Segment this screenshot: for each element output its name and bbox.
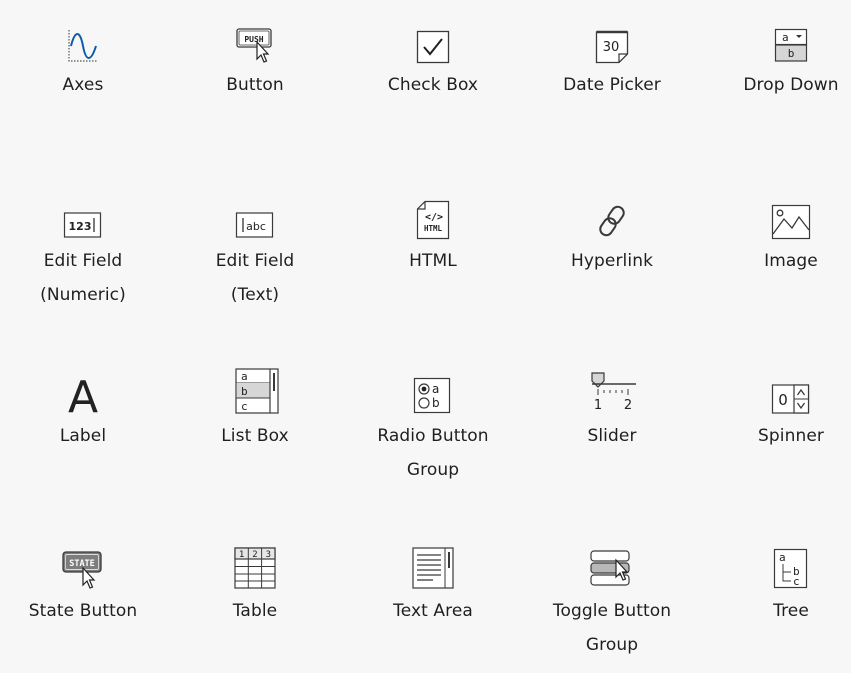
component-axes[interactable]: Axes [0,0,168,102]
numeric-text: 123 [69,220,92,233]
component-label: Toggle Button Group [552,601,672,655]
component-label: Hyperlink [570,251,654,271]
component-label[interactable]: A Label [0,351,168,453]
component-radio-button-group[interactable]: a b Radio Button Group [348,351,518,487]
dropdown-b: b [788,47,795,60]
numeric-field-icon: 123 [0,176,168,240]
component-text-area[interactable]: Text Area [348,526,518,628]
component-html[interactable]: </> HTML HTML [348,176,518,278]
listbox-icon: a b c [170,351,340,415]
component-tree[interactable]: a b c Tree [706,526,851,628]
table-icon: 1 2 3 [170,526,340,590]
component-hyperlink[interactable]: Hyperlink [527,176,697,278]
image-icon [706,176,851,240]
slider-icon: 1 2 [527,351,697,415]
text-field-text: abc [246,220,266,233]
component-label: Edit Field (Numeric) [40,251,126,305]
radio-b: b [432,396,440,410]
component-label: Radio Button Group [377,426,489,480]
link-icon [527,176,697,240]
table-col-1: 1 [239,550,244,560]
slider-tick-1: 1 [594,398,602,413]
component-list-box[interactable]: a b c List Box [170,351,340,453]
checkbox-icon [348,0,518,64]
component-label: Axes [62,75,104,95]
list-c: c [241,400,248,413]
list-a: a [241,370,248,383]
textarea-icon [348,526,518,590]
component-image[interactable]: Image [706,176,851,278]
dropdown-a: a [782,31,789,44]
component-edit-field-text[interactable]: abc Edit Field (Text) [170,176,340,312]
label-icon: A [0,351,168,415]
component-label: Button [226,75,284,95]
spinner-value: 0 [778,391,788,409]
component-label: Spinner [757,426,824,446]
tree-a: a [779,551,786,564]
component-check-box[interactable]: Check Box [348,0,518,102]
html-tag-text: </> [425,212,443,223]
state-text: STATE [69,559,95,569]
component-library-palette: Axes PUSH Button Check Box 30 Date Picke… [0,0,851,673]
component-spinner[interactable]: 0 Spinner [706,351,851,453]
date-number: 30 [603,40,620,55]
component-label: Tree [773,601,809,621]
component-label: List Box [221,426,289,446]
text-field-icon: abc [170,176,340,240]
component-label: State Button [28,601,138,621]
component-label: Label [59,426,107,446]
component-drop-down[interactable]: a b Drop Down [706,0,851,102]
component-button[interactable]: PUSH Button [170,0,340,102]
component-toggle-button-group[interactable]: Toggle Button Group [527,526,697,662]
label-letter: A [68,372,98,415]
component-slider[interactable]: 1 2 Slider [527,351,697,453]
calendar-icon: 30 [527,0,697,64]
spinner-icon: 0 [706,351,851,415]
html-word-text: HTML [424,224,443,233]
component-label: Edit Field (Text) [215,251,295,305]
component-label: Drop Down [743,75,839,95]
component-label: Image [764,251,818,271]
table-col-2: 2 [252,550,257,560]
component-label: HTML [409,251,457,271]
html-file-icon: </> HTML [348,176,518,240]
state-button-icon: STATE [0,526,168,590]
dropdown-icon: a b [706,0,851,64]
component-label: Date Picker [563,75,661,95]
component-label: Check Box [387,75,479,95]
table-col-3: 3 [266,550,271,560]
component-label: Text Area [393,601,473,621]
component-table[interactable]: 1 2 3 Table [170,526,340,628]
component-label: Slider [587,426,637,446]
tree-c: c [793,575,800,588]
slider-tick-2: 2 [624,398,632,413]
component-date-picker[interactable]: 30 Date Picker [527,0,697,102]
radio-a: a [432,382,439,396]
push-button-icon: PUSH [170,0,340,64]
component-state-button[interactable]: STATE State Button [0,526,168,628]
component-edit-field-numeric[interactable]: 123 Edit Field (Numeric) [0,176,168,312]
component-label: Table [232,601,278,621]
push-text: PUSH [244,35,263,44]
list-b: b [241,385,248,398]
toggle-group-icon [527,526,697,590]
radio-group-icon: a b [348,351,518,415]
axes-icon [0,0,168,64]
tree-icon: a b c [706,526,851,590]
